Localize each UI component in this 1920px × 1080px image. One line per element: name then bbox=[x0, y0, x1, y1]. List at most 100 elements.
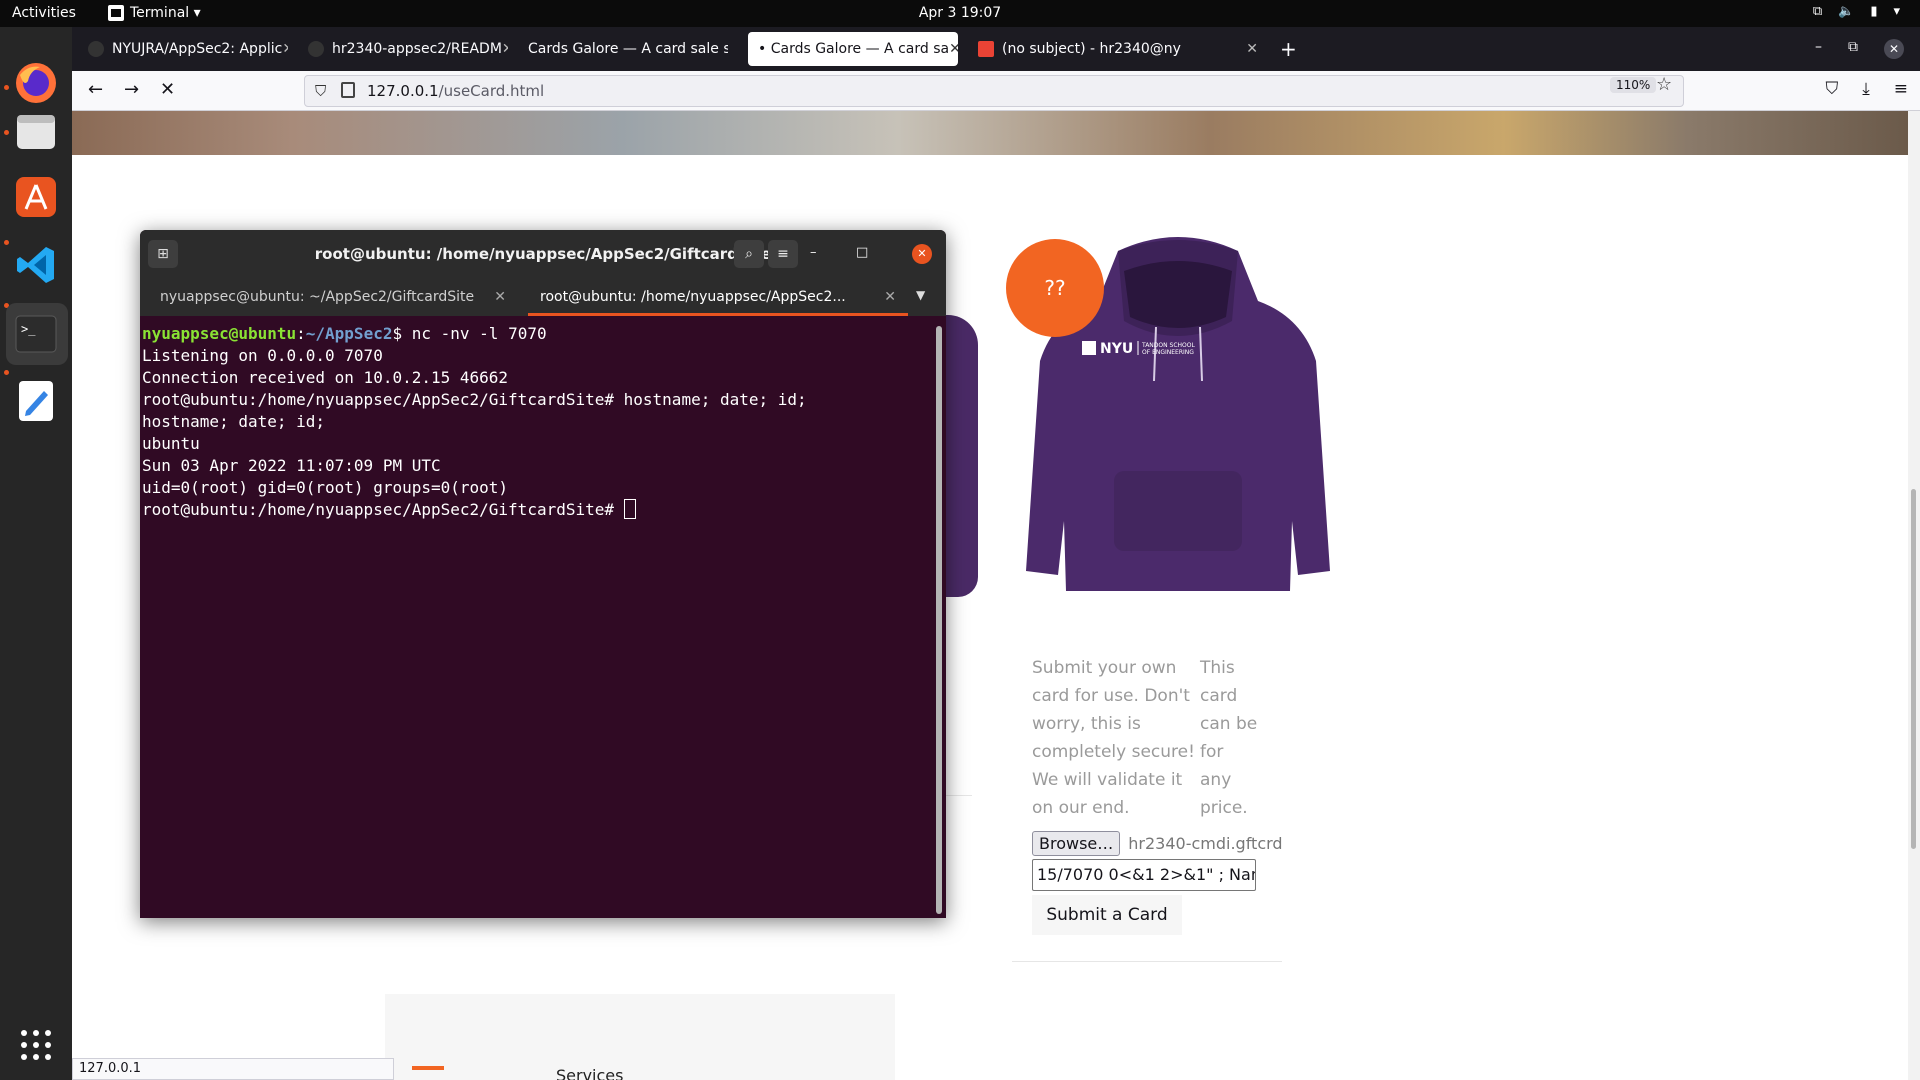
page-info-icon[interactable] bbox=[341, 82, 355, 98]
minimize-icon[interactable]: – bbox=[810, 245, 817, 260]
divider bbox=[1012, 961, 1282, 962]
terminal-tabs: nyuappsec@ubuntu: ~/AppSec2/GiftcardSite… bbox=[140, 278, 946, 316]
scrollbar-thumb[interactable] bbox=[1911, 489, 1916, 849]
close-tab-icon[interactable]: ✕ bbox=[494, 278, 506, 316]
text-editor-icon[interactable] bbox=[12, 377, 60, 425]
vscode-icon[interactable] bbox=[12, 241, 60, 289]
shield-icon[interactable]: ⛉ bbox=[315, 82, 326, 100]
status-bar-url: 127.0.0.1 bbox=[72, 1058, 394, 1080]
terminal-line: hostname; date; id; bbox=[142, 412, 326, 431]
url-host: 127.0.0.1 bbox=[367, 82, 439, 100]
bookmark-star-icon[interactable]: ☆ bbox=[1656, 74, 1672, 95]
back-icon[interactable]: ← bbox=[88, 79, 103, 100]
terminal-window[interactable]: ⊞ root@ubuntu: /home/nyuappsec/AppSec2/G… bbox=[140, 230, 946, 918]
close-tab-icon[interactable]: ✕ bbox=[282, 41, 288, 57]
prompt-user: nyuappsec@ubuntu bbox=[142, 324, 297, 343]
window-controls: – ⧉ ✕ bbox=[1815, 39, 1904, 59]
footer-services-heading[interactable]: Services bbox=[556, 1066, 623, 1080]
running-indicator bbox=[4, 85, 9, 90]
close-window-icon[interactable]: ✕ bbox=[1884, 39, 1904, 59]
terminal-title-bar[interactable]: ⊞ root@ubuntu: /home/nyuappsec/AppSec2/G… bbox=[140, 230, 946, 278]
tab-list-dropdown-icon[interactable]: ▼ bbox=[916, 288, 925, 302]
browser-tab[interactable]: NYUJRA/AppSec2: Applic ✕ bbox=[78, 32, 288, 66]
submit-card-button[interactable]: Submit a Card bbox=[1032, 895, 1182, 935]
system-tray[interactable]: ⧉ 🔈 ▮ ▾ bbox=[1813, 4, 1900, 19]
dock: >_ bbox=[0, 27, 72, 1080]
url-text[interactable]: 127.0.0.1/useCard.html bbox=[367, 82, 544, 100]
url-path: /useCard.html bbox=[438, 82, 545, 100]
svg-text:NYU: NYU bbox=[1100, 341, 1133, 357]
footer-section bbox=[385, 994, 895, 1080]
terminal-output[interactable]: nyuappsec@ubuntu:~/AppSec2$ nc -nv -l 70… bbox=[142, 323, 932, 913]
zoom-level[interactable]: 110% bbox=[1610, 77, 1657, 93]
new-tab-icon[interactable]: + bbox=[1280, 37, 1297, 61]
menu-icon[interactable]: ≡ bbox=[1894, 79, 1908, 99]
browse-button[interactable]: Browse… bbox=[1032, 831, 1121, 856]
submit-card-description: Submit your own card for use. Don't worr… bbox=[1032, 658, 1195, 818]
restore-icon[interactable]: ⧉ bbox=[1848, 39, 1858, 59]
root-prompt: root@ubuntu:/home/nyuappsec/AppSec2/Gift… bbox=[142, 500, 624, 519]
battery-icon: ▮ bbox=[1870, 4, 1878, 19]
page-scrollbar[interactable] bbox=[1908, 111, 1920, 1080]
power-icon: ▾ bbox=[1893, 4, 1900, 19]
forward-icon[interactable]: → bbox=[124, 79, 139, 100]
browser-nav-bar: ← → ✕ ⛉ 127.0.0.1/useCard.html 110% ☆ ⛉ … bbox=[72, 71, 1920, 111]
volume-icon: 🔈 bbox=[1838, 4, 1855, 19]
terminal-tab-label: root@ubuntu: /home/nyuappsec/AppSec2... bbox=[540, 289, 846, 305]
terminal-line: Connection received on 10.0.2.15 46662 bbox=[142, 368, 509, 387]
firefox-icon[interactable] bbox=[12, 59, 60, 107]
close-tab-icon[interactable]: ✕ bbox=[949, 41, 958, 57]
show-apps-icon[interactable] bbox=[21, 1030, 51, 1060]
price-badge: ?? bbox=[1006, 239, 1104, 337]
tab-label: • Cards Galore — A card sa bbox=[758, 41, 950, 57]
terminal-line: Sun 03 Apr 2022 11:07:09 PM UTC bbox=[142, 456, 441, 475]
stop-loading-icon[interactable]: ✕ bbox=[160, 79, 175, 100]
card-name-input[interactable]: 15/7070 0<&1 2>&1" ; Name bbox=[1032, 859, 1256, 891]
close-tab-icon[interactable]: ✕ bbox=[502, 41, 508, 57]
browser-tab[interactable]: Cards Galore — A card sale s ✕ bbox=[518, 32, 728, 66]
running-indicator bbox=[4, 240, 9, 245]
running-indicator bbox=[4, 130, 9, 135]
search-icon[interactable]: ⌕ bbox=[734, 240, 764, 268]
tab-label: NYUJRA/AppSec2: Applic bbox=[112, 41, 283, 57]
svg-text:OF ENGINEERING: OF ENGINEERING bbox=[1142, 349, 1194, 356]
terminal-scrollbar[interactable] bbox=[936, 326, 942, 914]
tab-label: hr2340-appsec2/READM bbox=[332, 41, 502, 57]
pocket-icon[interactable]: ⛉ bbox=[1825, 79, 1838, 99]
browser-tab[interactable]: hr2340-appsec2/READM ✕ bbox=[298, 32, 508, 66]
app-center-icon[interactable] bbox=[12, 173, 60, 221]
browser-tab[interactable]: (no subject) - hr2340@ny ✕ bbox=[968, 32, 1268, 66]
close-tab-icon[interactable]: ✕ bbox=[884, 278, 896, 316]
terminal-tab-active[interactable]: root@ubuntu: /home/nyuappsec/AppSec2... … bbox=[528, 278, 908, 316]
hamburger-menu-icon[interactable]: ≡ bbox=[768, 240, 798, 268]
toolbar-right: ⛉ ⤓ ≡ bbox=[1825, 79, 1908, 99]
tab-label: Cards Galore — A card sale s bbox=[528, 41, 728, 57]
terminal-tab-label: nyuappsec@ubuntu: ~/AppSec2/GiftcardSite bbox=[160, 289, 475, 305]
clock[interactable]: Apr 3 19:07 bbox=[0, 5, 1920, 21]
browser-tab-strip: NYUJRA/AppSec2: Applic ✕ hr2340-appsec2/… bbox=[72, 27, 1920, 71]
selected-file-name: hr2340-cmdi.gftcrd bbox=[1128, 834, 1283, 853]
terminal-tab[interactable]: nyuappsec@ubuntu: ~/AppSec2/GiftcardSite… bbox=[148, 278, 518, 316]
tab-label: (no subject) - hr2340@ny bbox=[1002, 41, 1181, 57]
url-bar[interactable]: ⛉ 127.0.0.1/useCard.html bbox=[304, 75, 1684, 107]
maximize-icon[interactable]: □ bbox=[856, 245, 868, 260]
files-icon[interactable] bbox=[12, 107, 60, 155]
downloads-icon[interactable]: ⤓ bbox=[1862, 79, 1870, 99]
card-name-input-value: 15/7070 0<&1 2>&1" ; Name bbox=[1037, 865, 1256, 884]
running-indicator bbox=[4, 370, 9, 375]
top-bar: Activities Terminal ▾ Apr 3 19:07 ⧉ 🔈 ▮ … bbox=[0, 0, 1920, 27]
terminal-line: nyuappsec@ubuntu:~/AppSec2$ nc -nv -l 70… bbox=[142, 324, 547, 343]
browser-tab-active[interactable]: • Cards Galore — A card sa ✕ bbox=[748, 32, 958, 66]
svg-text:TANDON SCHOOL: TANDON SCHOOL bbox=[1141, 342, 1195, 349]
card-price-note: This card can be for any price. bbox=[1200, 658, 1258, 818]
prompt-command: $ nc -nv -l 7070 bbox=[392, 324, 547, 343]
close-tab-icon[interactable]: ✕ bbox=[1246, 41, 1258, 57]
gmail-icon bbox=[978, 41, 994, 57]
minimize-icon[interactable]: – bbox=[1815, 39, 1822, 59]
file-upload: Browse… hr2340-cmdi.gftcrd bbox=[1032, 831, 1283, 856]
close-window-icon[interactable]: ✕ bbox=[912, 244, 932, 264]
github-icon bbox=[88, 41, 104, 57]
terminal-app-icon[interactable]: >_ bbox=[12, 310, 60, 358]
github-icon bbox=[308, 41, 324, 57]
terminal-line: ubuntu bbox=[142, 434, 200, 453]
